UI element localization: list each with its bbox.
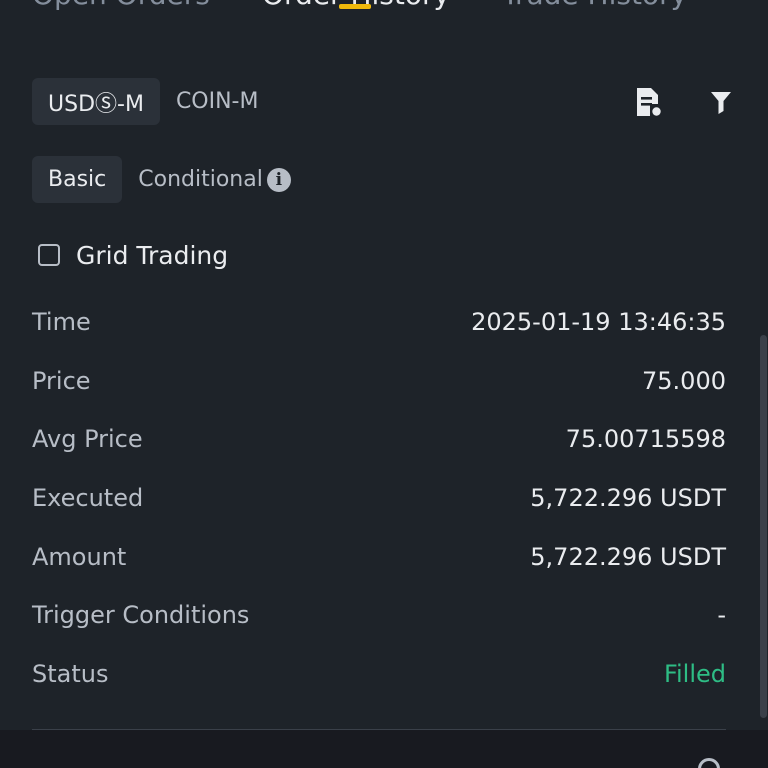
market-type-tabs: USDⓈ-M COIN-M [32,78,274,125]
grid-trading-label: Grid Trading [76,240,229,270]
detail-label: Status [32,659,109,688]
detail-row-avg-price: Avg Price 75.00715598 [32,410,726,469]
grid-trading-checkbox[interactable] [38,244,60,266]
document-export-icon [637,88,662,117]
tab-usds-m[interactable]: USDⓈ-M [32,78,160,125]
status-badge: Filled [663,659,726,688]
order-details: Time 2025-01-19 13:46:35 Price 75.000 Av… [32,293,726,703]
detail-label: Time [32,308,91,337]
filter-button[interactable] [704,84,738,120]
tab-open-orders[interactable]: Open Orders [32,0,210,11]
detail-value: 75.00715598 [565,425,726,454]
order-type-tabs: Basic Conditional i [32,156,307,203]
detail-value: 75.000 [642,366,726,395]
top-tab-bar: Open Orders Order History Trade History [0,0,768,14]
tab-coin-m[interactable]: COIN-M [160,78,275,125]
order-history-screen: Open Orders Order History Trade History … [0,0,768,768]
detail-value: - [717,601,726,630]
detail-label: Trigger Conditions [32,601,250,630]
detail-row-amount: Amount 5,722.296 USDT [32,527,726,586]
detail-row-time: Time 2025-01-19 13:46:35 [32,293,726,352]
detail-label: Price [32,366,91,395]
detail-value: 5,722.296 USDT [530,542,726,571]
detail-value: 5,722.296 USDT [530,484,726,513]
tab-conditional-label: Conditional [138,167,263,192]
detail-row-status: Status Filled [32,645,726,704]
detail-label: Amount [32,542,127,571]
detail-label: Avg Price [32,425,143,454]
detail-row-executed: Executed 5,722.296 USDT [32,469,726,528]
info-icon[interactable]: i [266,167,291,192]
export-button[interactable] [632,84,666,120]
filter-icon [711,92,731,114]
grid-trading-toggle[interactable]: Grid Trading [38,236,228,274]
detail-label: Executed [32,484,144,513]
tab-trade-history[interactable]: Trade History [502,0,687,11]
detail-row-price: Price 75.000 [32,352,726,411]
scrollbar[interactable] [760,335,767,718]
tab-basic[interactable]: Basic [32,156,123,203]
tab-conditional[interactable]: Conditional i [122,156,307,203]
detail-value: 2025-01-19 13:46:35 [471,308,726,337]
detail-row-trigger-conditions: Trigger Conditions - [32,586,726,645]
bottom-bar [0,730,768,768]
active-tab-indicator [339,4,371,9]
